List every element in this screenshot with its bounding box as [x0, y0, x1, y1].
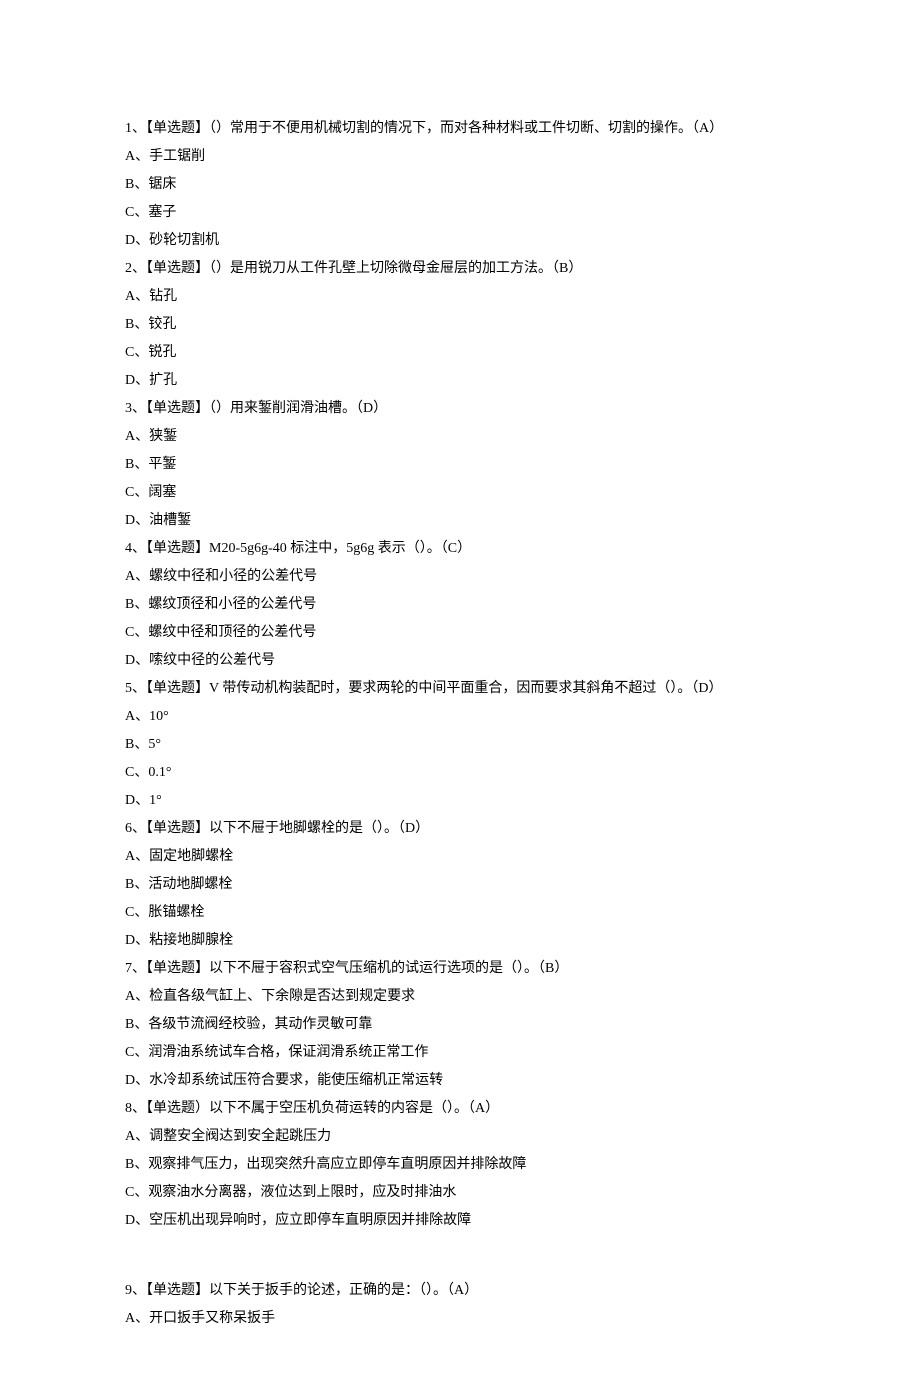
question-option: C、0.1° — [125, 759, 795, 787]
question-option: C、塞子 — [125, 199, 795, 227]
question-option: A、开口扳手又称呆扳手 — [125, 1305, 795, 1333]
question-option: B、铰孔 — [125, 311, 795, 339]
question-option: D、油槽錾 — [125, 507, 795, 535]
question-option: C、胀锚螺栓 — [125, 899, 795, 927]
question-option: B、螺纹顶径和小径的公差代号 — [125, 591, 795, 619]
question-option: D、嗦纹中径的公差代号 — [125, 647, 795, 675]
question-option: A、狭錾 — [125, 423, 795, 451]
question-stem: 7、【单选题】以下不屉于容积式空气压缩机的试运行选项的是（）。（B） — [125, 955, 795, 983]
question-option: B、锯床 — [125, 171, 795, 199]
question-option: A、钻孔 — [125, 283, 795, 311]
question-stem: 8、【单选题）以下不属于空压机负荷运转的内容是（）。（A） — [125, 1095, 795, 1123]
question-stem: 5、【单选题】V 带传动机构装配时，要求两轮的中间平面重合，因而要求其斜角不超过… — [125, 675, 795, 703]
question-option: D、扩孔 — [125, 367, 795, 395]
question-option: B、5° — [125, 731, 795, 759]
question-stem: 2、【单选题】（）是用锐刀从工件孔壁上切除微母金屉层的加工方法。（B） — [125, 255, 795, 283]
question-option: C、锐孔 — [125, 339, 795, 367]
question-option: B、各级节流阀经校验，其动作灵敏可靠 — [125, 1011, 795, 1039]
question-option: C、观察油水分离器，液位达到上限时，应及时排油水 — [125, 1179, 795, 1207]
question-option: A、固定地脚螺栓 — [125, 843, 795, 871]
question-option: A、检直各级气缸上、下余隙是否达到规定要求 — [125, 983, 795, 1011]
blank-gap — [125, 1235, 795, 1277]
question-option: D、水冷却系统试压符合要求，能使压缩机正常运转 — [125, 1067, 795, 1095]
question-option: D、粘接地脚腺栓 — [125, 927, 795, 955]
question-option: B、观察排气压力，出现突然升高应立即停车直明原因并排除故障 — [125, 1151, 795, 1179]
question-option: A、螺纹中径和小径的公差代号 — [125, 563, 795, 591]
question-stem: 3、【单选题】（）用来錾削润滑油槽。（D） — [125, 395, 795, 423]
question-stem: 6、【单选题】以下不屉于地脚螺栓的是（）。（D） — [125, 815, 795, 843]
question-option: A、调整安全阀达到安全起跳压力 — [125, 1123, 795, 1151]
question-option: C、螺纹中径和顶径的公差代号 — [125, 619, 795, 647]
question-option: B、活动地脚螺栓 — [125, 871, 795, 899]
question-stem: 1、【单选题】（）常用于不便用机械切割的情况下，而对各种材料或工件切断、切割的操… — [125, 115, 795, 143]
question-option: D、砂轮切割机 — [125, 227, 795, 255]
question-option: B、平錾 — [125, 451, 795, 479]
question-option: C、润滑油系统试车合格，保证润滑系统正常工作 — [125, 1039, 795, 1067]
document-page: 1、【单选题】（）常用于不便用机械切割的情况下，而对各种材料或工件切断、切割的操… — [0, 0, 920, 1393]
question-option: D、空压机出现异响时，应立即停车直明原因并排除故障 — [125, 1207, 795, 1235]
question-option: A、手工锯削 — [125, 143, 795, 171]
question-option: C、阔塞 — [125, 479, 795, 507]
question-stem: 4、【单选题】M20-5g6g-40 标注中，5g6g 表示（）。（C） — [125, 535, 795, 563]
question-option: D、1° — [125, 787, 795, 815]
question-option: A、10° — [125, 703, 795, 731]
